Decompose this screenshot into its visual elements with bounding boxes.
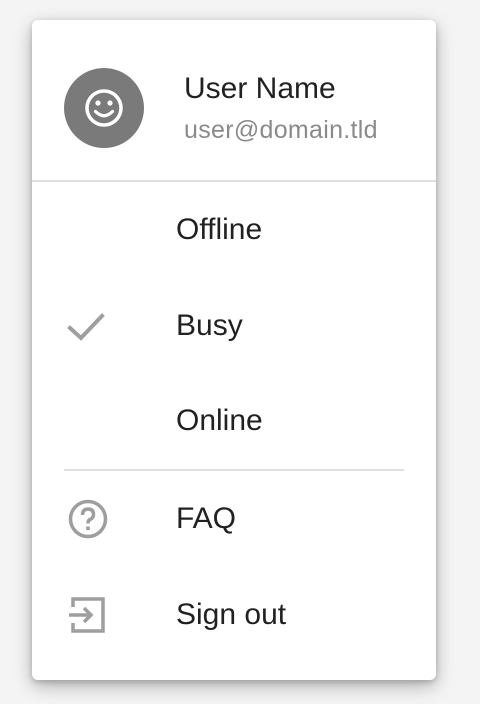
user-email: user@domain.tld xyxy=(184,116,378,144)
checkmark-icon xyxy=(64,306,112,346)
status-offline-item[interactable]: Offline xyxy=(32,182,436,278)
status-busy-item[interactable]: Busy xyxy=(32,278,436,374)
faq-label: FAQ xyxy=(176,502,237,535)
sign-out-item[interactable]: Sign out xyxy=(32,567,436,663)
faq-item[interactable]: FAQ xyxy=(32,471,436,567)
avatar xyxy=(64,68,144,148)
user-menu: User Name user@domain.tld Offline Busy O… xyxy=(32,20,436,680)
status-busy-label: Busy xyxy=(176,309,243,342)
help-circle-icon xyxy=(64,499,112,539)
user-name: User Name xyxy=(184,72,336,105)
status-offline-label: Offline xyxy=(176,213,263,246)
smiley-face-icon xyxy=(85,89,123,127)
user-header: User Name user@domain.tld xyxy=(32,20,436,180)
status-online-item[interactable]: Online xyxy=(32,373,436,469)
sign-out-icon xyxy=(64,595,112,635)
status-online-label: Online xyxy=(176,404,263,437)
sign-out-label: Sign out xyxy=(176,598,287,631)
